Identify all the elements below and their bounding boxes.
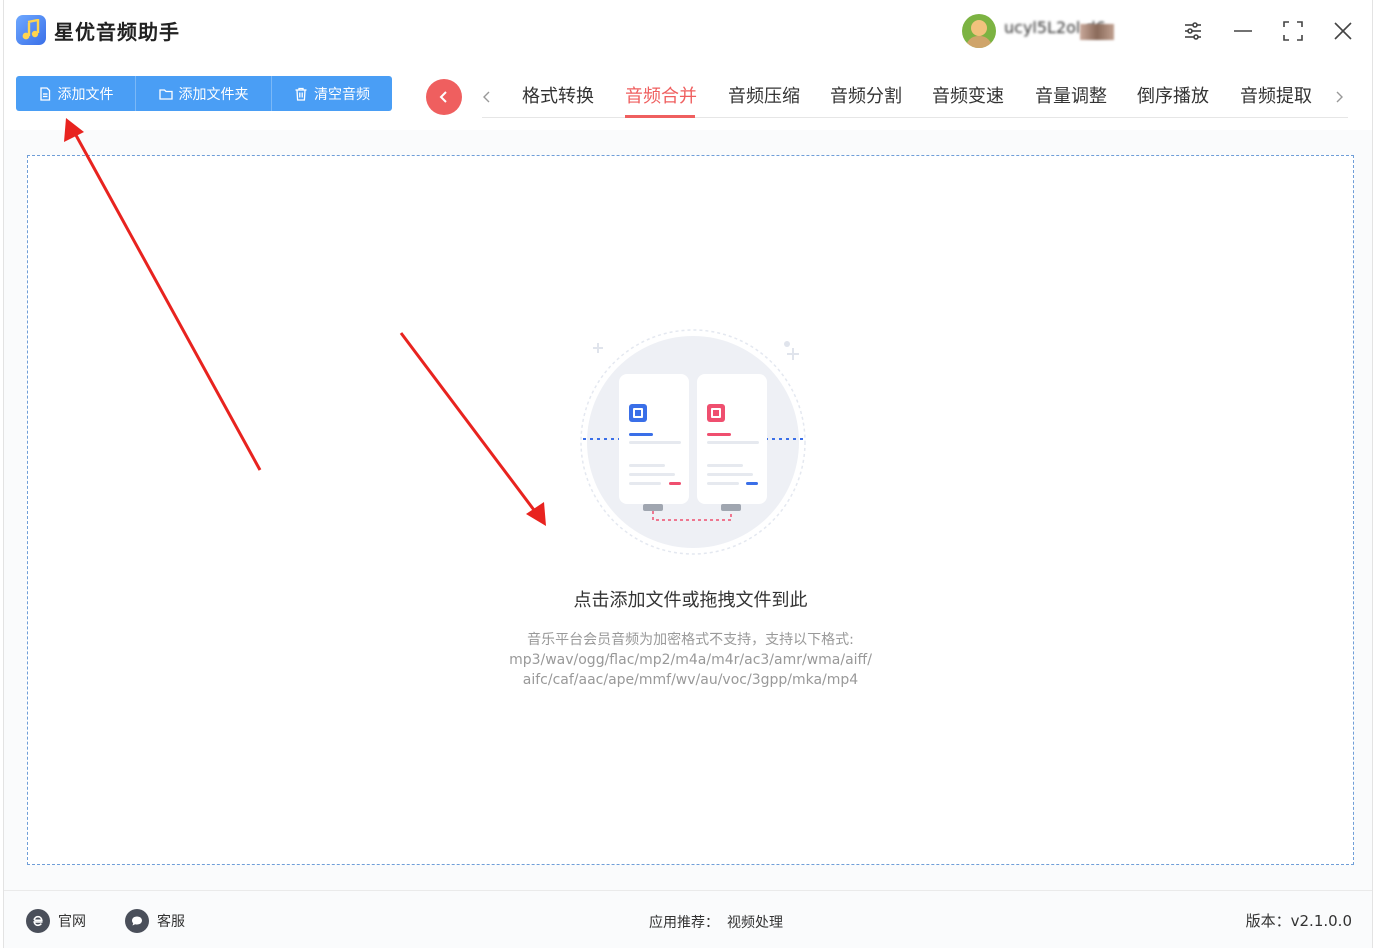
user-account[interactable]: ucyl5L2ol.d6 xyxy=(962,14,1162,48)
tab-format-convert[interactable]: 格式转换 xyxy=(522,82,594,108)
recommend-label: 应用推荐： xyxy=(649,915,719,931)
tab-audio-speed[interactable]: 音频变速 xyxy=(932,82,1004,108)
collapse-sidebar-button[interactable] xyxy=(426,79,462,115)
file-icon xyxy=(39,86,50,101)
support-link[interactable]: 客服 xyxy=(125,909,185,933)
app-recommendation: 应用推荐： 视频处理 xyxy=(649,912,783,932)
add-folder-button[interactable]: 添加文件夹 xyxy=(136,76,272,111)
sliders-icon[interactable] xyxy=(1178,16,1208,46)
title-bar: 星优音频助手 ucyl5L2ol.d6 xyxy=(4,0,1372,62)
close-icon[interactable] xyxy=(1328,16,1358,46)
main-area: 点击添加文件或拖拽文件到此 音乐平台会员音频为加密格式不支持，支持以下格式: m… xyxy=(4,130,1372,890)
merge-illustration-icon xyxy=(580,329,806,555)
username-redaction xyxy=(1080,24,1114,40)
drop-zone-title: 点击添加文件或拖拽文件到此 xyxy=(573,590,808,611)
app-title: 星优音频助手 xyxy=(54,20,180,44)
website-label: 官网 xyxy=(58,914,86,930)
tab-audio-split[interactable]: 音频分割 xyxy=(830,82,902,108)
folder-icon xyxy=(158,88,173,100)
file-drop-zone[interactable]: 点击添加文件或拖拽文件到此 音乐平台会员音频为加密格式不支持，支持以下格式: m… xyxy=(27,155,1354,865)
footer: 官网 客服 应用推荐： 视频处理 版本：v2.1.0.0 xyxy=(4,890,1372,948)
tab-audio-compress[interactable]: 音频压缩 xyxy=(728,82,800,108)
chat-icon xyxy=(125,909,149,933)
maximize-icon[interactable] xyxy=(1278,16,1308,46)
chevron-right-icon xyxy=(1336,91,1343,103)
add-file-label: 添加文件 xyxy=(57,86,114,103)
tabs-scroll-right[interactable] xyxy=(1328,84,1350,110)
avatar[interactable] xyxy=(962,14,996,48)
clear-audio-label: 清空音频 xyxy=(314,86,370,103)
formats-list-2: aifc/caf/aac/ape/mmf/wv/au/voc/3gpp/mka/… xyxy=(522,672,859,688)
version-text: 版本：v2.1.0.0 xyxy=(1245,912,1352,930)
trash-icon xyxy=(295,87,307,101)
function-tabs: 格式转换 音频合并 音频压缩 音频分割 音频变速 音量调整 倒序播放 音频提取 xyxy=(482,78,1348,118)
tab-audio-merge[interactable]: 音频合并 xyxy=(625,82,697,108)
app-window: 星优音频助手 ucyl5L2ol.d6 添加文件 添加文件夹 清空音频 格式转换… xyxy=(3,0,1373,948)
chevron-left-icon xyxy=(439,91,447,103)
add-file-button[interactable]: 添加文件 xyxy=(16,76,136,111)
website-link[interactable]: 官网 xyxy=(26,909,86,933)
toolbar: 添加文件 添加文件夹 清空音频 xyxy=(16,76,392,111)
tab-volume-adjust[interactable]: 音量调整 xyxy=(1035,82,1107,108)
minimize-icon[interactable] xyxy=(1228,16,1258,46)
formats-list-1: mp3/wav/ogg/flac/mp2/m4a/m4r/ac3/amr/wma… xyxy=(509,652,872,668)
add-folder-label: 添加文件夹 xyxy=(178,86,249,103)
support-label: 客服 xyxy=(157,914,185,930)
tab-reverse-play[interactable]: 倒序播放 xyxy=(1137,82,1209,108)
formats-note: 音乐平台会员音频为加密格式不支持，支持以下格式: xyxy=(527,632,854,648)
active-tab-indicator xyxy=(625,115,695,118)
app-logo-icon xyxy=(16,15,46,45)
browser-icon xyxy=(26,909,50,933)
recommend-video-link[interactable]: 视频处理 xyxy=(727,915,783,931)
tab-audio-extract[interactable]: 音频提取 xyxy=(1240,82,1312,108)
supported-formats-text: 音乐平台会员音频为加密格式不支持，支持以下格式: mp3/wav/ogg/fla… xyxy=(28,630,1353,690)
clear-audio-button[interactable]: 清空音频 xyxy=(272,76,392,111)
